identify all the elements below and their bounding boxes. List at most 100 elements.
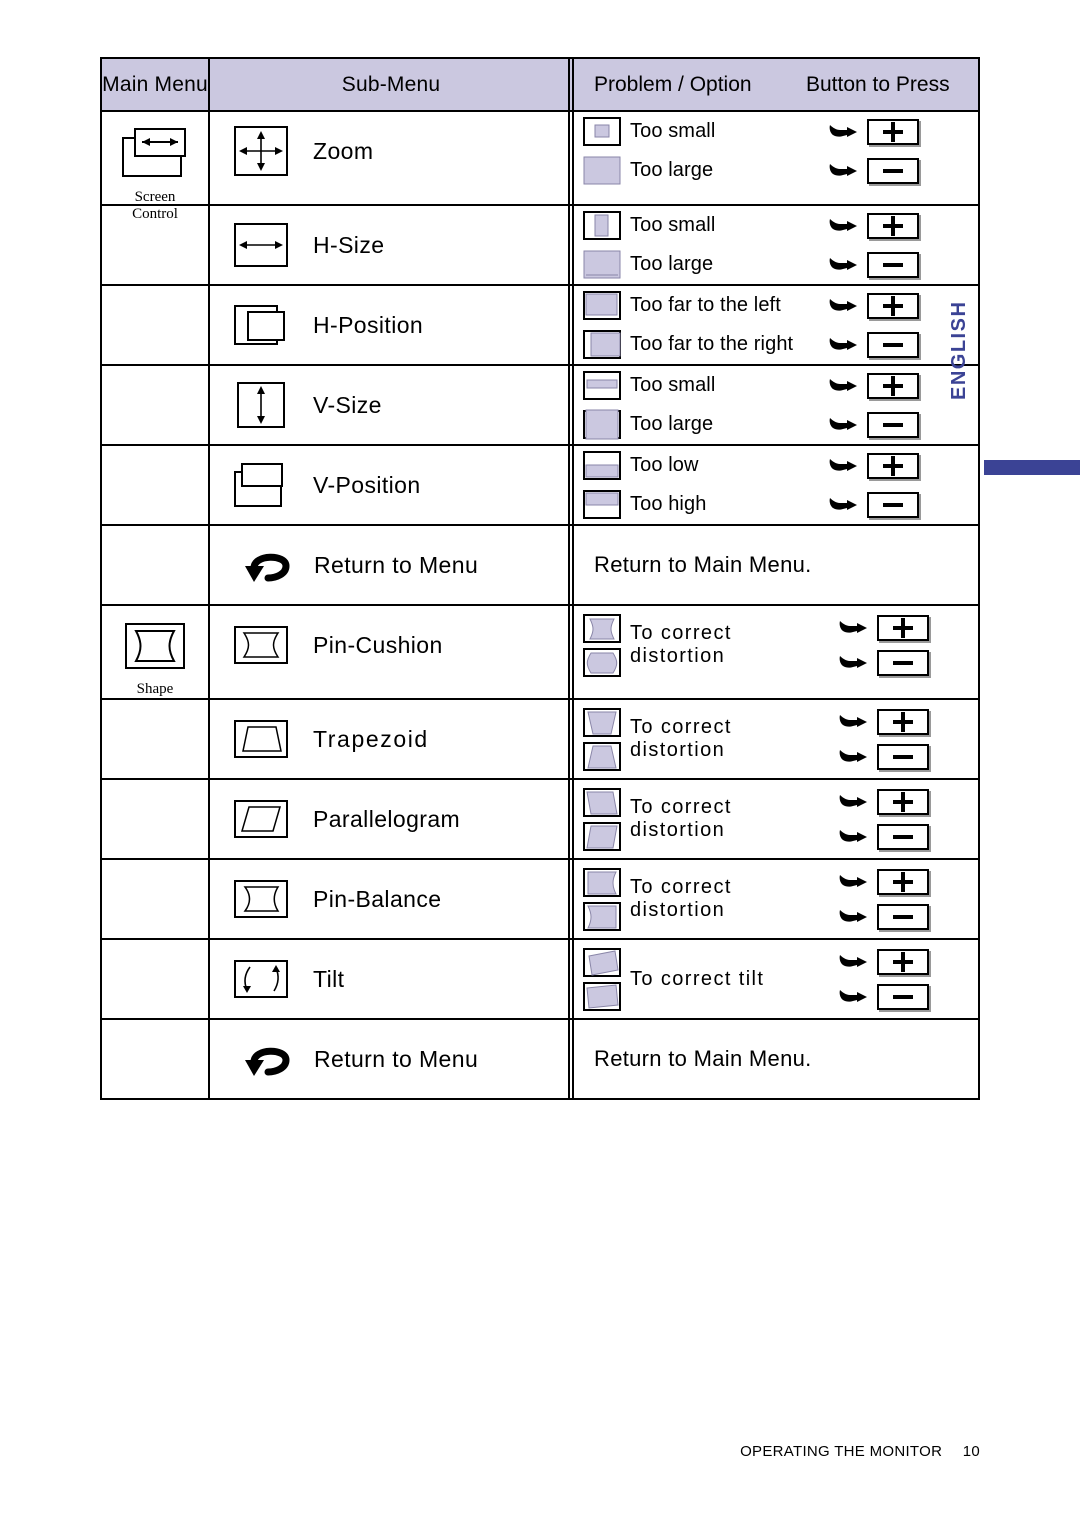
problem-cell-parallelogram: To correct distortion <box>568 780 978 858</box>
sub-menu-cell-trapezoid[interactable]: Trapezoid <box>208 700 572 778</box>
option-row: Too large <box>574 405 978 444</box>
main-menu-cell-spacer <box>102 860 208 938</box>
button-to-press[interactable] <box>838 868 978 895</box>
sub-menu-label-h-size: H-Size <box>313 231 385 258</box>
button-to-press[interactable] <box>838 983 978 1010</box>
osd-adjustment-table: Main Menu Sub-Menu Problem / Option Butt… <box>100 57 980 1100</box>
option-label: To correct tilt <box>630 967 765 990</box>
minus-key[interactable] <box>867 157 919 184</box>
option-icons <box>574 947 630 1012</box>
button-to-press[interactable] <box>838 948 978 975</box>
minus-key[interactable] <box>867 331 919 358</box>
screen-tall-icon <box>574 409 630 440</box>
button-to-press[interactable] <box>838 823 978 850</box>
pointing-hand-icon <box>828 254 858 276</box>
sub-menu-cell-zoom[interactable]: Zoom <box>208 112 572 204</box>
table-row: Tilt To correct tilt <box>102 940 978 1020</box>
button-to-press[interactable] <box>838 788 978 815</box>
sub-menu-cell-v-size[interactable]: V-Size <box>208 366 572 444</box>
plus-key[interactable] <box>877 948 929 975</box>
button-to-press[interactable] <box>838 743 978 770</box>
plus-key[interactable] <box>877 614 929 641</box>
main-menu-cell-spacer <box>102 366 208 444</box>
option-row: Too high <box>574 485 978 524</box>
sub-menu-cell-h-size[interactable]: H-Size <box>208 206 572 284</box>
option-label: Too far to the left <box>630 294 781 316</box>
main-menu-label-shape: Shape <box>136 681 174 697</box>
button-to-press[interactable] <box>838 903 978 930</box>
sub-menu-cell-h-position[interactable]: H-Position <box>208 286 572 364</box>
option-row: Too small <box>574 112 978 151</box>
table-row: V-Size Too small Too large <box>102 366 978 446</box>
problem-cell-return: Return to Main Menu. <box>568 526 978 604</box>
minus-key[interactable] <box>867 411 919 438</box>
button-to-press[interactable] <box>838 649 978 676</box>
table-header-row: Main Menu Sub-Menu Problem / Option Butt… <box>102 59 978 112</box>
pin-cushion-icon <box>232 623 290 667</box>
minus-key[interactable] <box>867 491 919 518</box>
pointing-hand-icon <box>838 906 868 928</box>
plus-key[interactable] <box>877 788 929 815</box>
option-label: Too high <box>630 493 707 515</box>
problem-cell-zoom: Too small Too large <box>568 112 978 204</box>
language-side-tab: ENGLISH <box>948 301 1080 520</box>
v-size-icon <box>232 378 290 432</box>
minus-key[interactable] <box>877 903 929 930</box>
trapezoid-icon <box>232 717 290 761</box>
plus-key[interactable] <box>867 292 919 319</box>
header-sub-menu-cell: Sub-Menu <box>208 59 572 110</box>
main-menu-cell-spacer <box>102 526 208 604</box>
button-to-press[interactable] <box>818 212 978 239</box>
option-row: Too large <box>574 245 978 284</box>
button-to-press[interactable] <box>818 251 978 278</box>
problem-cell-h-position: Too far to the left Too far to the right <box>568 286 978 364</box>
option-label: Too small <box>630 374 716 396</box>
pointing-hand-icon <box>828 494 858 516</box>
main-menu-cell-spacer <box>102 700 208 778</box>
sub-menu-cell-v-position[interactable]: V-Position <box>208 446 572 524</box>
sub-menu-cell-tilt[interactable]: Tilt <box>208 940 572 1018</box>
sub-menu-label-pin-cushion: Pin-Cushion <box>313 631 443 658</box>
problem-cell-pin-balance: To correct distortion <box>568 860 978 938</box>
option-icons <box>574 707 630 772</box>
pinbalance-left-icon <box>582 901 622 932</box>
sub-menu-cell-pin-cushion[interactable]: Pin-Cushion <box>208 606 572 698</box>
plus-key[interactable] <box>877 708 929 735</box>
sub-menu-cell-return[interactable]: Return to Menu <box>208 526 572 604</box>
sub-menu-cell-pin-balance[interactable]: Pin-Balance <box>208 860 572 938</box>
sub-menu-cell-parallelogram[interactable]: Parallelogram <box>208 780 572 858</box>
tilt-icon <box>232 957 290 1001</box>
sub-menu-label-zoom: Zoom <box>313 137 374 164</box>
minus-key[interactable] <box>877 983 929 1010</box>
minus-key[interactable] <box>877 649 929 676</box>
problem-cell-return: Return to Main Menu. <box>568 1020 978 1098</box>
h-size-icon <box>232 218 290 272</box>
minus-key[interactable] <box>867 251 919 278</box>
plus-key[interactable] <box>867 452 919 479</box>
option-row: Too far to the left <box>574 286 978 325</box>
minus-key[interactable] <box>877 743 929 770</box>
button-to-press[interactable] <box>838 708 978 735</box>
option-label: To correct distortion <box>630 796 732 841</box>
screen-shift-right-icon <box>574 329 630 360</box>
plus-key[interactable] <box>867 372 919 399</box>
button-to-press[interactable] <box>818 118 978 145</box>
pincushion-in-icon <box>582 613 622 644</box>
option-row: Too far to the right <box>574 325 978 364</box>
button-to-press[interactable] <box>838 614 978 641</box>
pin-balance-icon <box>232 877 290 921</box>
minus-key[interactable] <box>877 823 929 850</box>
table-row: Trapezoid To correct distortion <box>102 700 978 780</box>
plus-key[interactable] <box>867 118 919 145</box>
button-to-press-group <box>828 868 978 930</box>
pointing-hand-icon <box>838 826 868 848</box>
plus-key[interactable] <box>867 212 919 239</box>
language-tab-label: ENGLISH <box>948 300 970 400</box>
sub-menu-cell-return[interactable]: Return to Menu <box>208 1020 572 1098</box>
footer-chapter: OPERATING THE MONITOR <box>740 1443 943 1460</box>
plus-key[interactable] <box>877 868 929 895</box>
sub-menu-label-v-position: V-Position <box>313 471 421 498</box>
button-to-press[interactable] <box>818 157 978 184</box>
option-row: Too small <box>574 206 978 245</box>
zoom-icon <box>232 124 290 178</box>
